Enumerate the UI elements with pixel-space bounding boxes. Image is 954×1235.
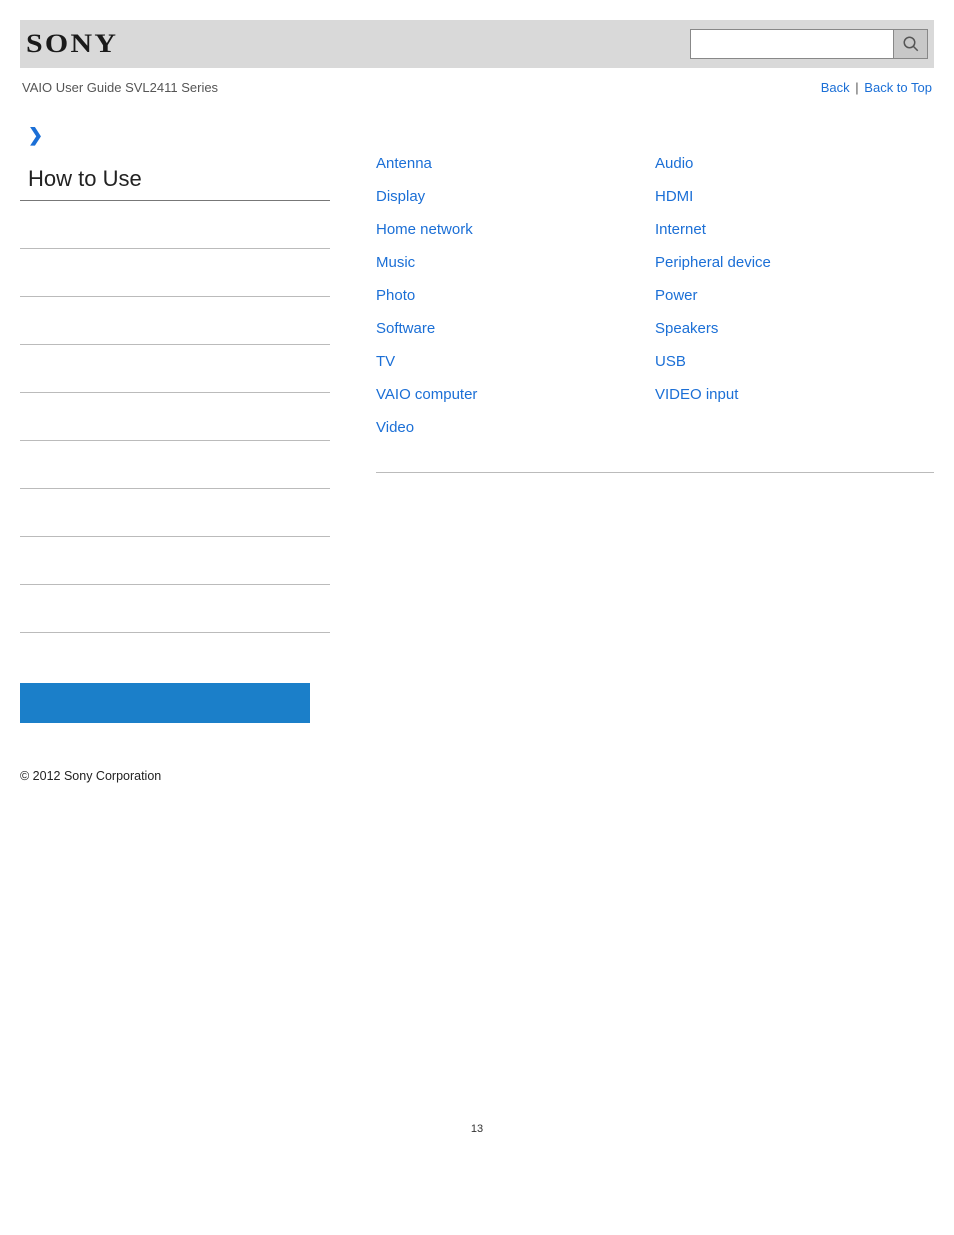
- sony-logo: SONY: [26, 29, 118, 59]
- topic-link-antenna[interactable]: Antenna: [376, 155, 432, 172]
- topic-link-video-input[interactable]: VIDEO input: [655, 386, 738, 403]
- guide-title: VAIO User Guide SVL2411 Series: [22, 80, 218, 95]
- sidebar-item[interactable]: [20, 249, 330, 297]
- topic-column-2: Audio HDMI Internet Peripheral device Po…: [655, 155, 934, 452]
- chevron-right-icon[interactable]: ❯: [28, 125, 330, 146]
- topic-link-internet[interactable]: Internet: [655, 221, 706, 238]
- sidebar-item[interactable]: [20, 441, 330, 489]
- topic-link-power[interactable]: Power: [655, 287, 698, 304]
- topic-link-home-network[interactable]: Home network: [376, 221, 473, 238]
- top-links: Back | Back to Top: [821, 80, 932, 95]
- link-separator: |: [855, 80, 858, 95]
- back-to-top-link[interactable]: Back to Top: [864, 80, 932, 95]
- topic-link-software[interactable]: Software: [376, 320, 435, 337]
- sidebar-item[interactable]: [20, 345, 330, 393]
- topic-link-peripheral-device[interactable]: Peripheral device: [655, 254, 771, 271]
- sidebar-section-title: How to Use: [20, 160, 330, 201]
- sub-header: VAIO User Guide SVL2411 Series Back | Ba…: [20, 80, 934, 95]
- topic-link-speakers[interactable]: Speakers: [655, 320, 718, 337]
- search-button[interactable]: [893, 30, 927, 58]
- main-content: Antenna Display Home network Music Photo…: [330, 125, 934, 473]
- topic-link-columns: Antenna Display Home network Music Photo…: [376, 155, 934, 473]
- search-input[interactable]: [691, 30, 893, 58]
- sidebar-item[interactable]: [20, 537, 330, 585]
- sidebar-item[interactable]: [20, 585, 330, 633]
- topic-link-tv[interactable]: TV: [376, 353, 395, 370]
- search-icon: [902, 35, 920, 53]
- topic-link-hdmi[interactable]: HDMI: [655, 188, 693, 205]
- sidebar: ❯ How to Use © 2012 Sony Corporation: [20, 125, 330, 783]
- back-link[interactable]: Back: [821, 80, 850, 95]
- topic-link-vaio-computer[interactable]: VAIO computer: [376, 386, 477, 403]
- topic-link-display[interactable]: Display: [376, 188, 425, 205]
- topic-column-1: Antenna Display Home network Music Photo…: [376, 155, 655, 452]
- sidebar-item[interactable]: [20, 393, 330, 441]
- topic-link-video[interactable]: Video: [376, 419, 414, 436]
- topic-link-usb[interactable]: USB: [655, 353, 686, 370]
- header-bar: SONY: [20, 20, 934, 68]
- page-number: 13: [20, 1123, 934, 1135]
- sidebar-highlight-block[interactable]: [20, 683, 310, 723]
- sidebar-item[interactable]: [20, 489, 330, 537]
- search-box: [690, 29, 928, 59]
- sidebar-item[interactable]: [20, 201, 330, 249]
- copyright-text: © 2012 Sony Corporation: [20, 769, 330, 783]
- sidebar-item[interactable]: [20, 297, 330, 345]
- sidebar-nav-list: [20, 201, 330, 633]
- topic-link-photo[interactable]: Photo: [376, 287, 415, 304]
- topic-link-audio[interactable]: Audio: [655, 155, 693, 172]
- topic-link-music[interactable]: Music: [376, 254, 415, 271]
